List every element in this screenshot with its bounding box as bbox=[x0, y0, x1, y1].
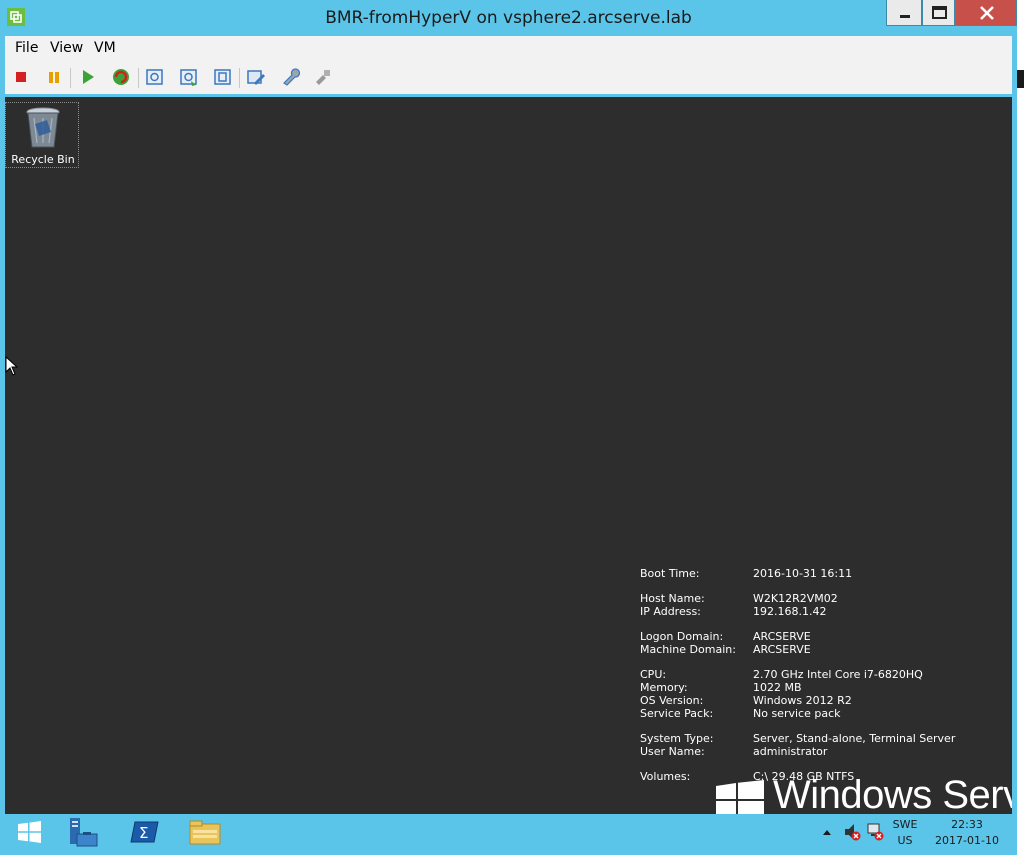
bginfo-label: System Type: bbox=[640, 732, 714, 745]
menu-toolbar-area: File View VM bbox=[5, 36, 1012, 94]
pause-icon[interactable] bbox=[44, 66, 66, 88]
bginfo-label: CPU: bbox=[640, 668, 667, 681]
mouse-cursor-icon bbox=[5, 356, 19, 376]
bginfo-label: Host Name: bbox=[640, 592, 705, 605]
menu-vm[interactable]: VM bbox=[94, 40, 116, 56]
maximize-button[interactable] bbox=[922, 0, 955, 26]
windows-logo-icon bbox=[716, 780, 764, 814]
recycle-bin-label: Recycle Bin bbox=[11, 153, 75, 166]
guest-taskbar: Σ SWE US 22:33 2017-01-10 bbox=[5, 814, 1012, 850]
minimize-icon bbox=[900, 15, 910, 18]
reset-icon[interactable] bbox=[110, 66, 132, 88]
revert-snapshot-icon[interactable] bbox=[178, 66, 200, 88]
bginfo-label: Machine Domain: bbox=[640, 643, 736, 656]
toolbar-separator bbox=[239, 68, 240, 88]
recycle-bin-icon bbox=[26, 107, 60, 148]
menu-file[interactable]: File bbox=[15, 40, 38, 56]
powershell-icon: Σ bbox=[130, 821, 159, 843]
edit-settings-icon[interactable] bbox=[245, 66, 267, 88]
close-button[interactable] bbox=[955, 0, 1017, 26]
server-manager-button[interactable] bbox=[63, 816, 103, 848]
bginfo-label: OS Version: bbox=[640, 694, 704, 707]
volume-muted-icon[interactable] bbox=[843, 822, 861, 842]
svg-text:Σ: Σ bbox=[139, 824, 148, 842]
background-window-fragment bbox=[1017, 70, 1024, 88]
maximize-icon bbox=[932, 6, 947, 19]
keyboard-layout-indicator[interactable]: US bbox=[890, 834, 920, 847]
bginfo-value: Server, Stand-alone, Terminal Server bbox=[753, 732, 956, 745]
bginfo-value: 2016-10-31 16:11 bbox=[753, 567, 853, 580]
recycle-bin-shortcut[interactable]: Recycle Bin bbox=[5, 102, 79, 168]
toolbar-separator bbox=[70, 68, 71, 88]
bginfo-label: Service Pack: bbox=[640, 707, 714, 720]
close-icon bbox=[980, 6, 994, 20]
bginfo-value: Windows 2012 R2 bbox=[753, 694, 852, 707]
show-hidden-icons-icon[interactable] bbox=[822, 828, 832, 836]
stop-icon[interactable] bbox=[11, 66, 33, 88]
start-button[interactable] bbox=[9, 816, 49, 848]
bginfo-label: Memory: bbox=[640, 681, 688, 694]
powershell-button[interactable]: Σ bbox=[125, 816, 165, 848]
bginfo-value: 1022 MB bbox=[753, 681, 802, 694]
bginfo-label: User Name: bbox=[640, 745, 705, 758]
connect-device-icon[interactable] bbox=[312, 66, 334, 88]
bginfo-value: No service pack bbox=[753, 707, 841, 720]
title-bar[interactable]: BMR-fromHyperV on vsphere2.arcserve.lab bbox=[0, 0, 1017, 36]
bginfo-label: Logon Domain: bbox=[640, 630, 724, 643]
bginfo-value: administrator bbox=[753, 745, 828, 758]
clock-date[interactable]: 2017-01-10 bbox=[927, 834, 1007, 847]
file-explorer-icon bbox=[189, 820, 221, 845]
toolbar-separator bbox=[138, 68, 139, 88]
start-icon bbox=[18, 821, 41, 843]
snapshot-icon[interactable] bbox=[144, 66, 166, 88]
file-explorer-button[interactable] bbox=[185, 816, 225, 848]
bginfo-value: 2.70 GHz Intel Core i7-6820HQ bbox=[753, 668, 923, 681]
bginfo-value: ARCSERVE bbox=[753, 643, 811, 656]
bginfo-label: IP Address: bbox=[640, 605, 701, 618]
bginfo-label: Boot Time: bbox=[640, 567, 700, 580]
minimize-button[interactable] bbox=[886, 0, 922, 26]
network-disconnected-icon[interactable] bbox=[866, 822, 884, 842]
bginfo-value: ARCSERVE bbox=[753, 630, 811, 643]
snapshot-manager-icon[interactable] bbox=[212, 66, 234, 88]
clock-time[interactable]: 22:33 bbox=[927, 818, 1007, 831]
background-window-edge bbox=[1017, 0, 1024, 855]
tools-icon[interactable] bbox=[279, 66, 301, 88]
input-language-indicator[interactable]: SWE bbox=[890, 818, 920, 831]
server-manager-icon bbox=[70, 818, 98, 847]
windows-server-branding: Windows Serve bbox=[773, 773, 1012, 814]
vm-console-window: BMR-fromHyperV on vsphere2.arcserve.lab … bbox=[0, 0, 1017, 855]
bginfo-value: 192.168.1.42 bbox=[753, 605, 827, 618]
window-title: BMR-fromHyperV on vsphere2.arcserve.lab bbox=[325, 8, 692, 28]
play-icon[interactable] bbox=[77, 66, 99, 88]
menu-view[interactable]: View bbox=[50, 40, 83, 56]
guest-desktop[interactable]: Recycle Bin Boot Time: 2016-10-31 16:11 … bbox=[5, 97, 1012, 814]
bginfo-value: W2K12R2VM02 bbox=[753, 592, 838, 605]
